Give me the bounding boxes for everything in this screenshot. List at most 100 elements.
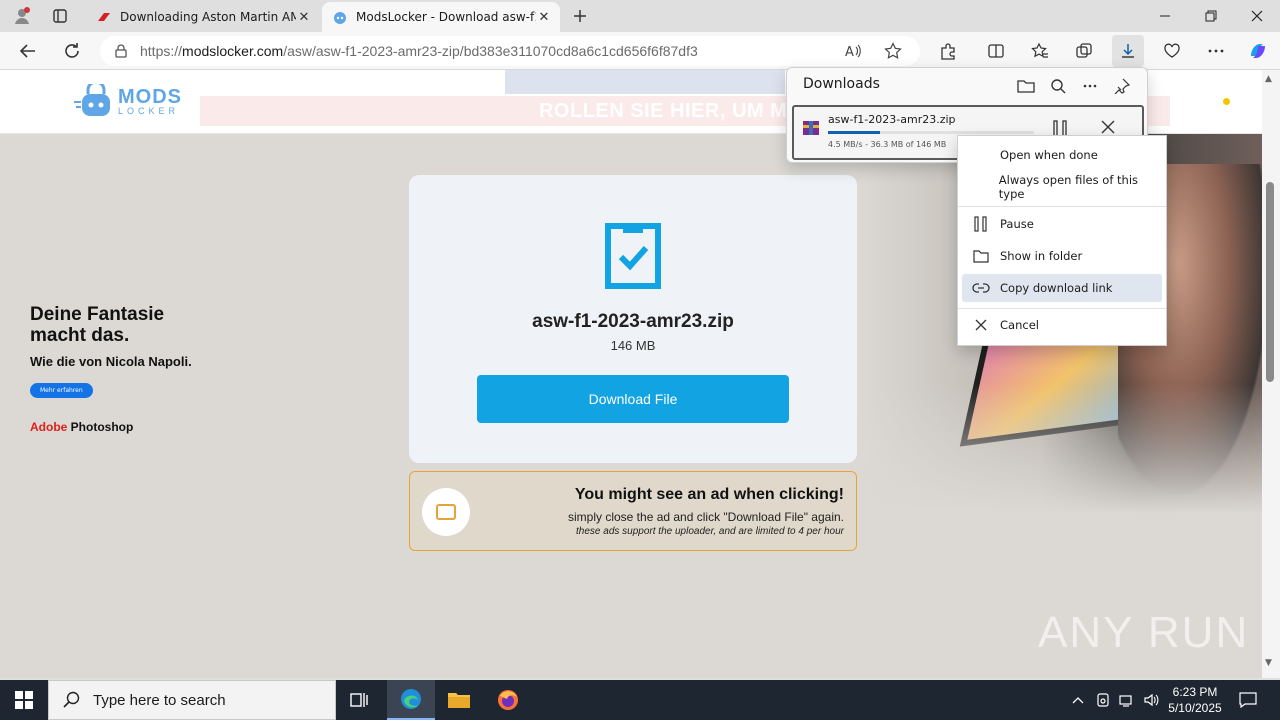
taskbar-search-box[interactable]: Type here to search — [48, 680, 336, 720]
tray-device-icon[interactable] — [1092, 680, 1114, 720]
ad-cta-button[interactable]: Mehr erfahren — [30, 383, 93, 398]
download-card: asw-f1-2023-amr23.zip 146 MB Download Fi… — [409, 175, 857, 463]
minimize-icon — [1160, 15, 1170, 17]
menu-item-open-when-done[interactable]: Open when done — [962, 141, 1162, 169]
start-button[interactable] — [0, 680, 48, 720]
anyrun-watermark: ANY RUN — [1038, 608, 1250, 657]
menu-item-label: Open when done — [1000, 148, 1098, 162]
more-horizontal-icon — [1208, 49, 1224, 53]
page-scrollbar[interactable]: ▲ ▼ — [1262, 70, 1280, 678]
ad-notice-box: You might see an ad when clicking! simpl… — [409, 471, 857, 551]
puzzle-icon — [941, 43, 955, 60]
clock-time: 6:23 PM — [1172, 685, 1218, 699]
task-view-button[interactable] — [336, 680, 384, 720]
downloads-title: Downloads — [803, 76, 880, 92]
favicon-icon — [98, 13, 110, 21]
favorites-button[interactable] — [1024, 35, 1056, 67]
menu-item-label: Always open files of this type — [998, 173, 1139, 201]
taskbar-edge-app[interactable] — [387, 680, 435, 720]
scrollbar-thumb[interactable] — [1266, 182, 1274, 382]
profile-button[interactable] — [4, 2, 40, 30]
ad-banner-top[interactable] — [505, 70, 785, 94]
menu-item-show-in-folder[interactable]: Show in folder — [962, 242, 1162, 270]
tray-network-icon[interactable] — [1116, 680, 1138, 720]
ad-headline: Deine Fantasie macht das. — [30, 304, 165, 346]
tray-volume-icon[interactable] — [1140, 680, 1162, 720]
read-aloud-icon[interactable]: A — [844, 42, 862, 63]
show-hidden-icons-button[interactable] — [1068, 680, 1088, 720]
minimize-button[interactable] — [1142, 0, 1188, 32]
close-icon — [1101, 120, 1115, 134]
tab-actions-button[interactable] — [42, 2, 78, 30]
task-view-icon — [350, 693, 368, 707]
tab-actions-icon — [53, 9, 67, 23]
address-bar[interactable]: https://modslocker.com/asw/asw-f1-2023-a… — [100, 36, 920, 66]
downloads-button[interactable] — [1112, 35, 1144, 67]
download-progress-fill — [828, 131, 880, 134]
menu-item-copy-download-link[interactable]: Copy download link — [962, 274, 1162, 302]
download-file-button[interactable]: Download File — [477, 375, 789, 423]
settings-menu-button[interactable] — [1200, 35, 1232, 67]
menu-item-always-open[interactable]: Always open files of this type — [962, 173, 1162, 201]
search-downloads-button[interactable] — [1045, 74, 1071, 98]
open-downloads-folder-button[interactable] — [1013, 74, 1039, 98]
scroll-down-icon[interactable]: ▼ — [1265, 658, 1272, 668]
back-button[interactable] — [12, 35, 44, 67]
file-size: 146 MB — [610, 338, 656, 353]
copilot-button[interactable] — [1242, 35, 1274, 67]
clipboard-check-icon — [605, 223, 661, 289]
split-screen-icon — [988, 44, 1004, 58]
extensions-button[interactable] — [932, 35, 964, 67]
collections-button[interactable] — [1068, 35, 1100, 67]
notice-line-2: these ads support the uploader, and are … — [576, 526, 844, 537]
browser-toolbar: https://modslocker.com/asw/asw-f1-2023-a… — [0, 32, 1280, 70]
heart-pulse-icon — [1164, 43, 1180, 58]
refresh-button[interactable] — [56, 35, 88, 67]
network-icon — [1119, 695, 1132, 707]
copilot-icon — [1251, 44, 1265, 58]
taskbar-file-explorer-app[interactable] — [435, 680, 483, 720]
restore-button[interactable] — [1188, 0, 1234, 32]
favorite-star-icon[interactable] — [884, 42, 902, 63]
tab-close-icon[interactable]: ✕ — [296, 10, 312, 25]
tab-close-icon[interactable]: ✕ — [536, 10, 552, 25]
close-icon — [1251, 10, 1263, 22]
tab-modslocker[interactable]: ModsLocker - Download asw-f1- ✕ — [322, 2, 560, 32]
window-icon — [436, 504, 456, 520]
browser-essentials-button[interactable] — [1156, 35, 1188, 67]
taskbar-clock[interactable]: 6:23 PM 5/10/2025 — [1160, 684, 1230, 716]
download-context-menu: Open when done Always open files of this… — [957, 135, 1167, 346]
tab-downloading-aston-martin[interactable]: Downloading Aston Martin AMR ✕ — [86, 2, 320, 32]
downloads-more-button[interactable] — [1077, 74, 1103, 98]
collections-icon — [1076, 43, 1092, 58]
menu-item-cancel[interactable]: Cancel — [962, 311, 1162, 339]
menu-item-label: Copy download link — [1000, 281, 1113, 295]
close-icon — [975, 319, 987, 331]
site-logo[interactable]: MODS LOCKER — [74, 84, 182, 118]
notice-icon-circle — [422, 488, 470, 536]
pin-downloads-button[interactable] — [1109, 74, 1135, 98]
notification-center-button[interactable] — [1234, 680, 1262, 720]
split-screen-button[interactable] — [980, 35, 1012, 67]
download-progress-bar — [828, 131, 1034, 134]
folder-icon — [1017, 80, 1035, 93]
new-tab-button[interactable] — [562, 2, 598, 30]
logo-word-mods: MODS — [118, 85, 182, 108]
menu-item-pause[interactable]: Pause — [962, 210, 1162, 238]
favorites-icon — [1031, 42, 1048, 58]
scroll-up-icon[interactable]: ▲ — [1265, 74, 1272, 84]
close-window-button[interactable] — [1234, 0, 1280, 32]
lock-icon — [115, 44, 127, 58]
menu-item-label: Show in folder — [1000, 249, 1083, 263]
left-side-ad[interactable]: Deine Fantasie macht das. Wie die von Ni… — [30, 304, 200, 434]
logo-word-locker: LOCKER — [118, 105, 180, 116]
windows-taskbar: Type here to search 6:23 PM 5/10/2025 — [0, 680, 1280, 720]
volume-icon — [1144, 693, 1159, 707]
archive-file-icon — [803, 121, 819, 135]
menu-item-label: Cancel — [1000, 318, 1039, 332]
tab-strip: Downloading Aston Martin AMR ✕ ModsLocke… — [0, 0, 1280, 32]
taskbar-firefox-app[interactable] — [484, 680, 532, 720]
notice-title: You might see an ad when clicking! — [574, 486, 844, 503]
link-icon — [972, 283, 990, 293]
search-icon — [63, 691, 80, 708]
